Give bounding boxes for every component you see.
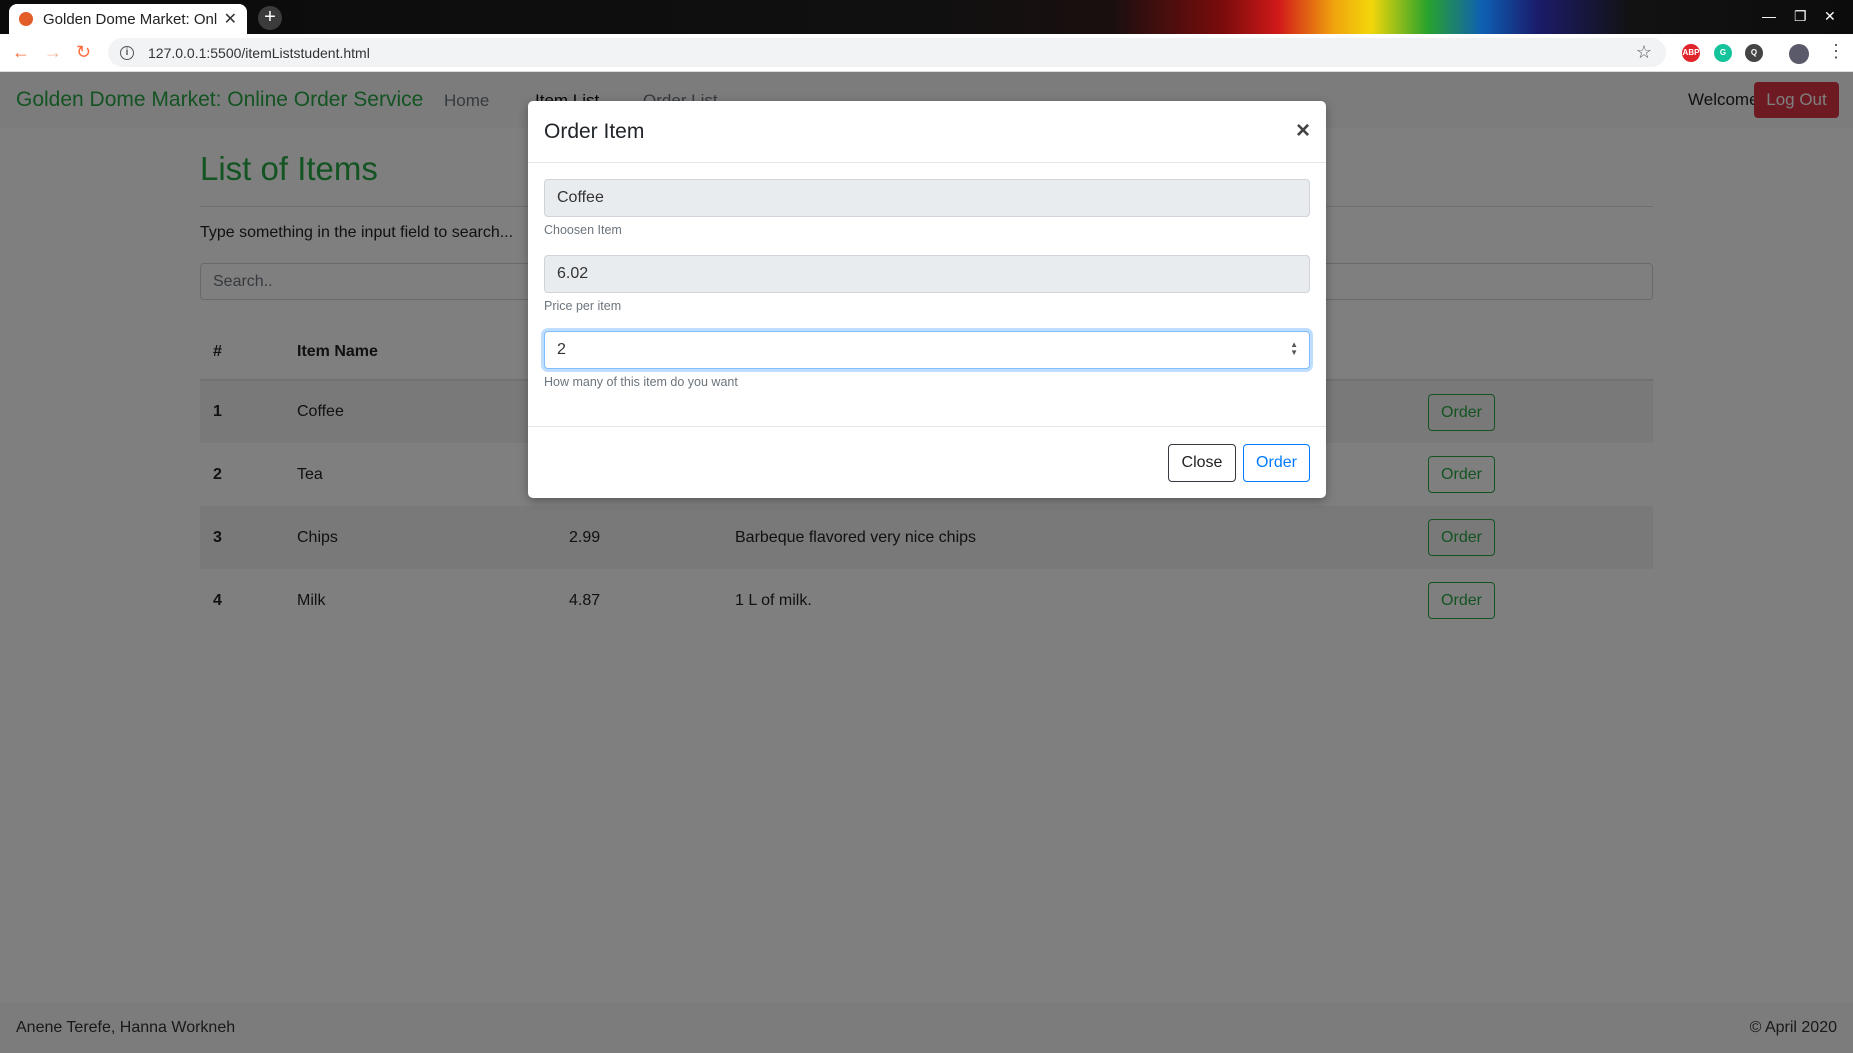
chosen-item-help: Choosen Item [544,223,622,237]
stepper-arrows-icon[interactable]: ▲ ▼ [1290,341,1298,357]
modal-body: Choosen Item Price per item ▲▼ How many … [528,163,1326,423]
maximize-icon[interactable]: ❐ [1794,8,1807,25]
quantity-wrapper: ▲▼ [544,331,1310,369]
browser-titlebar: Golden Dome Market: Online Order Service… [0,0,1853,34]
minimize-icon[interactable]: — [1762,8,1776,24]
submit-order-button[interactable]: Order [1243,444,1310,482]
grammarly-icon[interactable]: G [1714,44,1732,62]
menu-dots-icon[interactable]: ⋮ [1827,41,1845,62]
reload-icon[interactable]: ↻ [76,42,91,63]
modal-footer: Close Order [528,426,1326,498]
extension-icon[interactable]: Q [1745,44,1763,62]
modal-title: Order Item [544,120,645,143]
modal-header: Order Item × [528,101,1326,163]
quantity-stepper[interactable] [544,331,1310,369]
profile-avatar-icon[interactable] [1789,44,1809,64]
price-field[interactable] [544,255,1310,293]
back-icon[interactable]: ← [12,42,30,63]
url-text: 127.0.0.1:5500/itemListstudent.html [148,44,370,61]
forward-icon[interactable]: → [44,42,62,63]
tab-close-icon[interactable]: ✕ [224,9,237,29]
quantity-help: How many of this item do you want [544,375,738,389]
browser-tab[interactable]: Golden Dome Market: Online Order Service… [9,4,247,34]
tab-title: Golden Dome Market: Online Order Service [43,10,218,28]
adblock-icon[interactable]: ABP [1682,44,1700,62]
close-button[interactable]: Close [1168,444,1236,482]
info-icon[interactable]: i [120,45,134,60]
price-help: Price per item [544,299,622,313]
bookmark-star-icon[interactable]: ☆ [1636,42,1652,63]
browser-toolbar: ← → ↻ i 127.0.0.1:5500/itemListstudent.h… [0,34,1853,72]
order-modal: Order Item × Choosen Item Price per item… [528,101,1326,498]
window-close-icon[interactable]: ✕ [1824,8,1836,25]
close-icon[interactable]: × [1296,117,1310,145]
chosen-item-field[interactable] [544,179,1310,217]
favicon-icon [19,12,33,26]
address-bar[interactable]: i 127.0.0.1:5500/itemListstudent.html ☆ [108,38,1666,67]
new-tab-button[interactable]: + [258,6,282,30]
